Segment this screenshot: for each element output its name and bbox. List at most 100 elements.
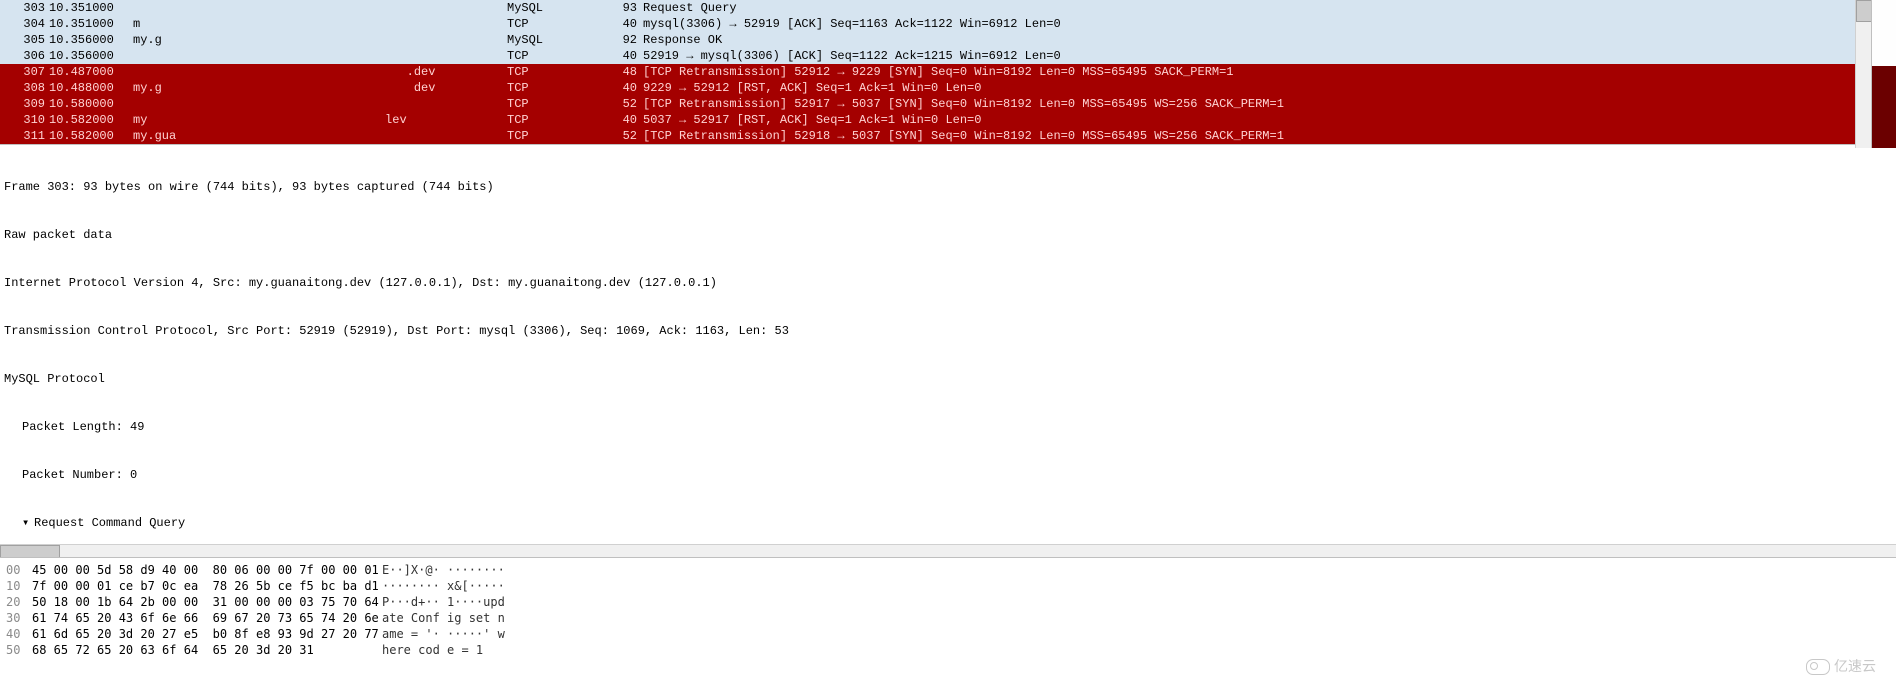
hex-ascii: P···d+·· 1····upd <box>382 594 505 610</box>
col-info: 9229 → 52912 [RST, ACK] Seq=1 Ack=1 Win=… <box>643 80 1896 96</box>
col-length: 93 <box>597 0 643 16</box>
packet-row[interactable]: 30610.356000 TCP4052919 → mysql(3306) [A… <box>0 48 1896 64</box>
vscroll-thumb[interactable] <box>1856 0 1872 22</box>
col-source <box>129 0 503 16</box>
col-length: 40 <box>597 48 643 64</box>
hex-row[interactable]: 5068 65 72 65 20 63 6f 64 65 20 3d 20 31… <box>6 642 1890 658</box>
col-length: 92 <box>597 32 643 48</box>
hex-row[interactable]: 2050 18 00 1b 64 2b 00 00 31 00 00 00 03… <box>6 594 1890 610</box>
col-no: 311 <box>0 128 49 144</box>
col-protocol: TCP <box>503 128 597 144</box>
packet-row[interactable]: 31110.582000my.gua TCP52[TCP Retransmiss… <box>0 128 1896 144</box>
packet-list[interactable]: 30310.351000 MySQL93Request Query30410.3… <box>0 0 1896 145</box>
packet-minimap[interactable] <box>1871 0 1896 148</box>
watermark-text: 亿速云 <box>1834 658 1876 674</box>
detail-request-command[interactable]: Request Command Query <box>4 515 1892 531</box>
col-source: .dev <box>129 64 503 80</box>
detail-mysql[interactable]: MySQL Protocol <box>4 371 1892 387</box>
hex-bytes: 61 6d 65 20 3d 20 27 e5 b0 8f e8 93 9d 2… <box>32 626 382 642</box>
hex-ascii: here cod e = 1 <box>382 642 483 658</box>
col-source: m <box>129 16 503 32</box>
hex-offset: 50 <box>6 642 32 658</box>
hex-ascii: E··]X·@· ········ <box>382 562 505 578</box>
hex-ascii: ate Conf ig set n <box>382 610 505 626</box>
watermark: 亿速云 <box>1806 656 1876 676</box>
col-protocol: MySQL <box>503 32 597 48</box>
col-source <box>129 96 503 112</box>
packet-row[interactable]: 30710.487000 .devTCP48[TCP Retransmissio… <box>0 64 1896 80</box>
detail-packet-length[interactable]: Packet Length: 49 <box>4 419 1892 435</box>
col-protocol: TCP <box>503 112 597 128</box>
col-time: 10.582000 <box>49 112 129 128</box>
hex-row[interactable]: 0045 00 00 5d 58 d9 40 00 80 06 00 00 7f… <box>6 562 1890 578</box>
hex-offset: 40 <box>6 626 32 642</box>
hex-offset: 00 <box>6 562 32 578</box>
col-info: 5037 → 52917 [RST, ACK] Seq=1 Ack=1 Win=… <box>643 112 1896 128</box>
col-protocol: MySQL <box>503 0 597 16</box>
col-length: 52 <box>597 96 643 112</box>
col-info: Request Query <box>643 0 1896 16</box>
col-no: 310 <box>0 112 49 128</box>
col-no: 303 <box>0 0 49 16</box>
col-length: 52 <box>597 128 643 144</box>
packet-row[interactable]: 30810.488000my.g devTCP409229 → 52912 [R… <box>0 80 1896 96</box>
packet-row[interactable]: 30510.356000my.g MySQL92Response OK <box>0 32 1896 48</box>
hex-pane[interactable]: 0045 00 00 5d 58 d9 40 00 80 06 00 00 7f… <box>0 557 1896 682</box>
packet-row[interactable]: 30310.351000 MySQL93Request Query <box>0 0 1896 16</box>
col-source: my.g dev <box>129 80 503 96</box>
col-length: 40 <box>597 16 643 32</box>
col-protocol: TCP <box>503 16 597 32</box>
hex-bytes: 45 00 00 5d 58 d9 40 00 80 06 00 00 7f 0… <box>32 562 382 578</box>
hex-bytes: 7f 00 00 01 ce b7 0c ea 78 26 5b ce f5 b… <box>32 578 382 594</box>
col-protocol: TCP <box>503 96 597 112</box>
detail-raw[interactable]: Raw packet data <box>4 227 1892 243</box>
hex-offset: 20 <box>6 594 32 610</box>
detail-ip[interactable]: Internet Protocol Version 4, Src: my.gua… <box>4 275 1892 291</box>
col-source <box>129 48 503 64</box>
col-no: 308 <box>0 80 49 96</box>
col-info: Response OK <box>643 32 1896 48</box>
packet-row[interactable]: 30910.580000 TCP52[TCP Retransmission] 5… <box>0 96 1896 112</box>
col-no: 306 <box>0 48 49 64</box>
col-time: 10.487000 <box>49 64 129 80</box>
col-time: 10.351000 <box>49 0 129 16</box>
hex-offset: 30 <box>6 610 32 626</box>
col-no: 307 <box>0 64 49 80</box>
hex-ascii: ········ x&[····· <box>382 578 505 594</box>
detail-tcp[interactable]: Transmission Control Protocol, Src Port:… <box>4 323 1892 339</box>
hex-row[interactable]: 3061 74 65 20 43 6f 6e 66 69 67 20 73 65… <box>6 610 1890 626</box>
col-info: 52919 → mysql(3306) [ACK] Seq=1122 Ack=1… <box>643 48 1896 64</box>
hex-offset: 10 <box>6 578 32 594</box>
col-length: 48 <box>597 64 643 80</box>
col-protocol: TCP <box>503 64 597 80</box>
col-length: 40 <box>597 80 643 96</box>
hex-bytes: 61 74 65 20 43 6f 6e 66 69 67 20 73 65 7… <box>32 610 382 626</box>
watermark-logo-icon <box>1806 659 1830 675</box>
col-time: 10.488000 <box>49 80 129 96</box>
col-protocol: TCP <box>503 80 597 96</box>
col-info: mysql(3306) → 52919 [ACK] Seq=1163 Ack=1… <box>643 16 1896 32</box>
col-no: 305 <box>0 32 49 48</box>
col-source: my lev <box>129 112 503 128</box>
col-length: 40 <box>597 112 643 128</box>
hex-ascii: ame = '· ·····' w <box>382 626 505 642</box>
col-no: 304 <box>0 16 49 32</box>
col-time: 10.580000 <box>49 96 129 112</box>
col-no: 309 <box>0 96 49 112</box>
packet-list-vscrollbar[interactable] <box>1855 0 1872 148</box>
packet-row[interactable]: 30410.351000m TCP40mysql(3306) → 52919 [… <box>0 16 1896 32</box>
col-protocol: TCP <box>503 48 597 64</box>
col-info: [TCP Retransmission] 52917 → 5037 [SYN] … <box>643 96 1896 112</box>
hex-row[interactable]: 107f 00 00 01 ce b7 0c ea 78 26 5b ce f5… <box>6 578 1890 594</box>
detail-frame[interactable]: Frame 303: 93 bytes on wire (744 bits), … <box>4 179 1892 195</box>
col-time: 10.582000 <box>49 128 129 144</box>
detail-packet-number[interactable]: Packet Number: 0 <box>4 467 1892 483</box>
col-source: my.g <box>129 32 503 48</box>
col-info: [TCP Retransmission] 52912 → 9229 [SYN] … <box>643 64 1896 80</box>
col-source: my.gua <box>129 128 503 144</box>
packet-row[interactable]: 31010.582000my levTCP405037 → 52917 [RST… <box>0 112 1896 128</box>
col-info: [TCP Retransmission] 52918 → 5037 [SYN] … <box>643 128 1896 144</box>
hex-bytes: 68 65 72 65 20 63 6f 64 65 20 3d 20 31 <box>32 642 382 658</box>
hex-bytes: 50 18 00 1b 64 2b 00 00 31 00 00 00 03 7… <box>32 594 382 610</box>
hex-row[interactable]: 4061 6d 65 20 3d 20 27 e5 b0 8f e8 93 9d… <box>6 626 1890 642</box>
